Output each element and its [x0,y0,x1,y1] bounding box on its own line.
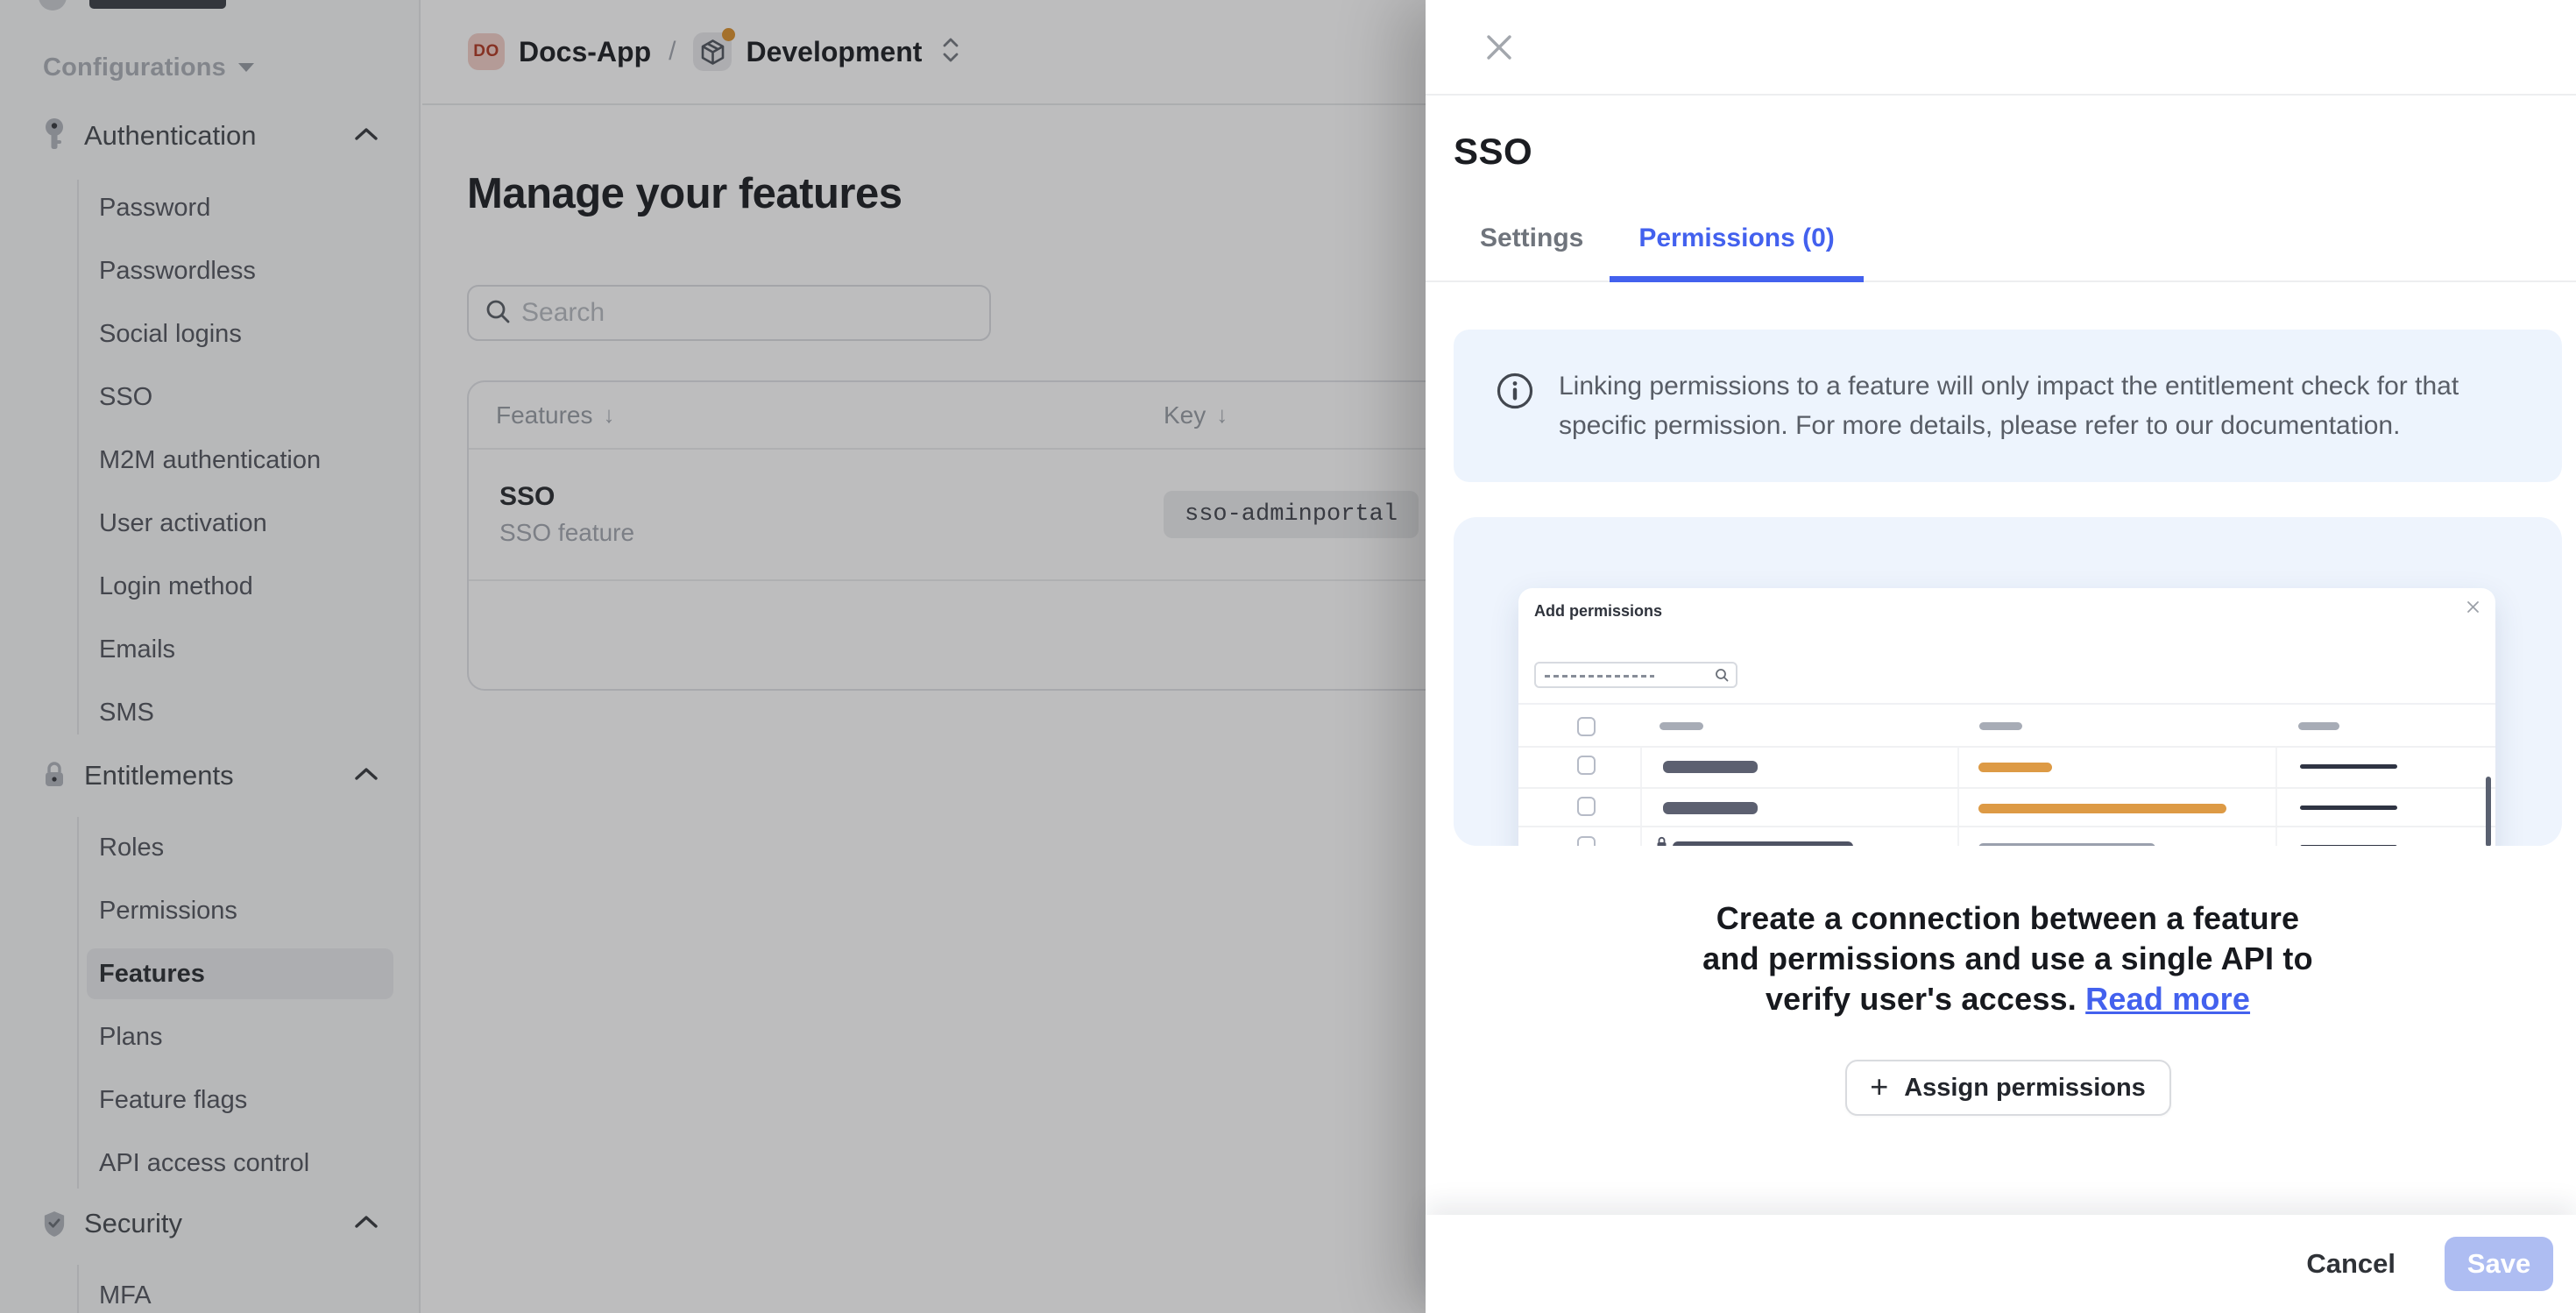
tab-settings[interactable]: Settings [1480,224,1583,280]
placeholder-bar [1978,843,2155,846]
drawer-header [1426,0,2576,96]
headline-line: Create a connection between a feature [1454,898,2562,939]
drawer-content: SSO Settings Permissions (0) Linking per… [1426,131,2576,1116]
mini-column-line [1640,746,1642,846]
info-icon [1496,372,1534,445]
assign-permissions-label: Assign permissions [1904,1074,2146,1103]
mini-search-placeholder-bar [1545,675,1654,678]
illustration-mini-modal: Add permissions [1518,588,2495,846]
mini-scrollbar [2486,777,2491,846]
save-button[interactable]: Save [2445,1237,2553,1291]
permissions-illustration: Add permissions [1454,517,2562,846]
placeholder-bar [2298,722,2339,730]
mini-checkbox [1577,717,1596,736]
mini-checkbox [1577,836,1596,846]
mini-close-icon [2466,600,2480,618]
placeholder-bar [1978,804,2226,813]
assign-permissions-button[interactable]: + Assign permissions [1845,1060,2171,1116]
drawer-title: SSO [1454,131,2562,173]
placeholder-bar [2300,806,2397,810]
close-icon[interactable] [1482,30,1517,65]
placeholder-bar [2300,845,2397,846]
info-banner: Linking permissions to a feature will on… [1454,330,2562,482]
tab-permissions[interactable]: Permissions (0) [1610,224,1863,282]
read-more-link[interactable]: Read more [2085,981,2250,1017]
plus-icon: + [1870,1068,1888,1105]
mini-search-icon [1715,668,1729,686]
drawer-footer: Cancel Save [1426,1215,2576,1313]
mini-lock-icon [1656,836,1667,846]
feature-drawer: SSO Settings Permissions (0) Linking per… [1426,0,2576,1313]
placeholder-bar [1979,722,2022,730]
headline-line: verify user's access. Read more [1454,979,2562,1019]
mini-search-input [1534,662,1737,688]
modal-overlay[interactable] [0,0,1426,1313]
placeholder-bar [1673,841,1853,846]
mini-row-separator [1518,746,2495,748]
mini-modal-title: Add permissions [1534,602,1662,621]
placeholder-bar [1663,802,1758,814]
mini-divider [1518,703,2495,705]
mini-row-separator [1518,787,2495,789]
mini-column-line [2275,746,2277,846]
placeholder-bar [1978,763,2052,772]
empty-state-headline: Create a connection between a feature an… [1454,898,2562,1019]
placeholder-bar [1663,761,1758,773]
mini-checkbox [1577,756,1596,775]
drawer-tabs: Settings Permissions (0) [1426,224,2576,282]
placeholder-bar [1660,722,1703,730]
mini-checkbox [1577,797,1596,816]
headline-line: and permissions and use a single API to [1454,939,2562,979]
info-banner-text: Linking permissions to a feature will on… [1559,366,2496,445]
mini-row-separator [1518,826,2495,827]
app-screen: Configurations Authentication Password P… [0,0,2576,1313]
cancel-button[interactable]: Cancel [2306,1248,2396,1280]
mini-column-line [1957,746,1959,846]
headline-line-text: verify user's access. [1766,981,2077,1017]
placeholder-bar [2300,764,2397,769]
